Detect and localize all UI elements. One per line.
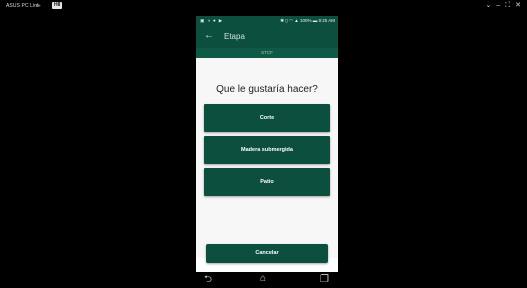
cancel-label: Cancelar: [255, 250, 279, 256]
usb-icon: ⟜: [36, 3, 41, 9]
status-time: 9:25 AM: [318, 18, 335, 23]
back-arrow-icon[interactable]: ←: [204, 30, 214, 42]
subheader-bar: STCF: [196, 48, 338, 58]
option-label: Corte: [259, 115, 275, 121]
status-bar: ▣ ◑ ● ▶ ✱ ▯ ◠ ▲ 100% ▬ 9:25 AM: [196, 16, 338, 26]
window-controls: ⌄ – ⛶ ✕: [485, 2, 521, 10]
option-button-madera-submergida[interactable]: Madera submergida: [204, 136, 330, 164]
status-icons-right: ✱ ▯ ◠ ▲ 100% ▬ 9:25 AM: [280, 18, 335, 24]
fullscreen-icon[interactable]: ⛶: [505, 2, 510, 10]
signal-icon: ▲: [294, 18, 299, 23]
android-nav-bar: ⮌ ⌂ ❐: [196, 272, 338, 288]
home-icon[interactable]: ⌂: [260, 273, 266, 285]
option-button-patio[interactable]: Patio: [204, 168, 330, 196]
minimize-icon[interactable]: –: [496, 2, 500, 10]
question-heading: Que le gustaría hacer?: [216, 84, 318, 95]
host-title-bar: ASUS PC Link ⟜ H8 ⌄ – ⛶ ✕: [0, 0, 527, 14]
bluetooth-icon: ✱: [280, 18, 284, 23]
status-icons-left: ▣ ◑ ● ▶: [200, 18, 222, 24]
option-button-corte[interactable]: Corte: [204, 104, 330, 132]
battery-percent: 100%: [299, 18, 312, 23]
back-icon[interactable]: ⮌: [204, 274, 212, 286]
host-badge: H8: [52, 2, 63, 9]
vibrate-icon: ▯: [285, 18, 288, 23]
phone-screen: ▣ ◑ ● ▶ ✱ ▯ ◠ ▲ 100% ▬ 9:25 AM ← Etapa S…: [196, 16, 338, 288]
recent-apps-icon[interactable]: ❐: [320, 274, 329, 286]
notification-icon: ●: [212, 18, 216, 23]
chevron-down-icon[interactable]: ⌄: [485, 2, 491, 10]
notification-icon: ◑: [207, 18, 210, 23]
option-label: Madera submergida: [241, 147, 293, 153]
host-app-title: ASUS PC Link: [6, 3, 40, 9]
app-bar: ← Etapa: [196, 26, 338, 48]
cancel-button[interactable]: Cancelar: [206, 244, 328, 263]
notification-icon: ▣: [200, 18, 205, 23]
subheader-text: STCF: [261, 50, 273, 55]
option-label: Patio: [260, 179, 274, 185]
app-bar-title: Etapa: [224, 32, 245, 41]
wifi-icon: ◠: [289, 18, 293, 23]
play-icon: ▶: [218, 18, 223, 23]
content-area: Que le gustaría hacer? Corte Madera subm…: [196, 58, 338, 258]
close-icon[interactable]: ✕: [515, 2, 521, 10]
battery-icon: ▬: [312, 18, 318, 23]
